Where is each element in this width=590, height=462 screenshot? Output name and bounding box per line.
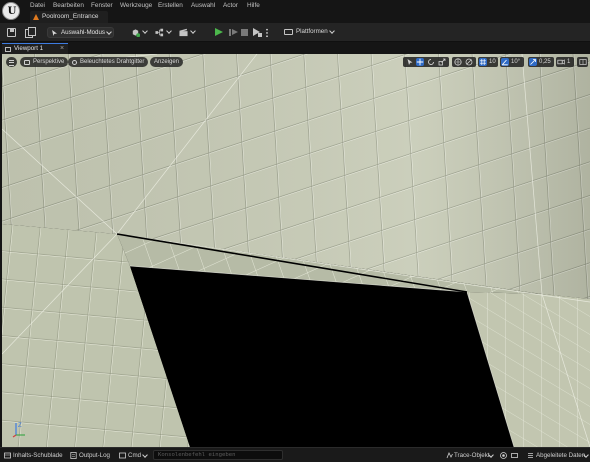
derived-data-button[interactable]: Abgeleitete Daten [536, 451, 585, 460]
world-space-icon[interactable] [454, 58, 462, 66]
eject-icon[interactable] [253, 28, 262, 37]
unreal-engine-logo-icon[interactable]: U [2, 2, 20, 20]
clapperboard-icon [179, 28, 188, 37]
rotation-snap-value: 10° [511, 59, 521, 65]
trace-object-dropdown[interactable]: Trace-Objekt [454, 451, 490, 460]
rotation-snap-toggle[interactable]: 10° [500, 57, 524, 67]
play-options-icon[interactable] [266, 28, 268, 38]
platform-icon [284, 29, 293, 35]
rotate-icon[interactable] [427, 58, 435, 66]
scale-snap-value: 0,25 [539, 59, 551, 65]
chevron-down-icon [166, 28, 172, 34]
viewport-icon [5, 47, 11, 52]
menu-item-bearbeiten[interactable]: Bearbeiten [53, 1, 84, 10]
viewport-layout-button[interactable] [577, 57, 588, 67]
menu-item-datei[interactable]: Datei [30, 1, 45, 10]
view-mode-icon [72, 59, 77, 65]
menu-item-auswahl[interactable]: Auswahl [191, 1, 215, 10]
main-toolbar: Auswahl-Modus Plattformen [0, 23, 590, 42]
stop-icon[interactable] [241, 29, 248, 36]
content-browser-icon[interactable] [25, 27, 36, 38]
video-camera-icon [557, 59, 565, 65]
chevron-down-icon [142, 28, 148, 34]
level-name: Poolroom_Entrance [42, 13, 99, 20]
menu-item-fenster[interactable]: Fenster [91, 1, 113, 10]
play-icon[interactable] [215, 28, 223, 36]
menu-bar: U Datei Bearbeiten Fenster Werkzeuge Ers… [0, 0, 590, 20]
view-mode-button[interactable]: Beleuchtetes Drahtgitter [68, 57, 149, 67]
console-input-wrapper [153, 450, 283, 460]
show-button[interactable]: Anzeigen [150, 57, 184, 67]
platforms-label: Plattformen [296, 28, 328, 35]
output-log-icon [70, 452, 77, 459]
level-tab[interactable]: Poolroom_Entrance [30, 11, 108, 23]
scale-icon[interactable] [438, 58, 446, 66]
perspective-button[interactable]: Perspektive [20, 57, 69, 67]
console-input[interactable] [154, 451, 282, 459]
layout-icon [578, 59, 587, 65]
source-control-icon[interactable] [511, 452, 518, 459]
scene-render [2, 54, 590, 447]
derived-data-icon [528, 453, 533, 458]
save-icon[interactable] [7, 28, 16, 37]
transform-tools [403, 57, 449, 67]
content-drawer-icon [4, 452, 11, 459]
cmd-dropdown[interactable]: Cmd [128, 451, 141, 460]
blueprint-icon [155, 28, 164, 37]
content-drawer-button[interactable]: Inhalts-Schublade [13, 451, 63, 460]
blueprint-button[interactable] [155, 28, 177, 38]
viewport-tab-label: Viewport 1 [14, 45, 44, 52]
tab-viewport-1[interactable]: Viewport 1 × [2, 43, 68, 54]
scale-snap-icon [529, 58, 537, 66]
platforms-dropdown[interactable]: Plattformen [284, 27, 336, 38]
camera-icon [24, 59, 30, 65]
scale-snap-toggle[interactable]: 0,25 [528, 57, 554, 67]
cursor-arrow-icon [52, 30, 57, 36]
record-icon[interactable] [500, 452, 507, 459]
camera-speed-button[interactable]: 1 [556, 57, 574, 67]
perspective-label: Perspektive [33, 59, 65, 65]
axis-gizmo: Z [12, 423, 25, 438]
view-mode-label: Beleuchtetes Drahtgitter [80, 59, 145, 65]
close-icon[interactable]: × [60, 44, 64, 53]
add-actor-button[interactable] [131, 28, 153, 38]
grid-snap-icon [479, 58, 487, 66]
level-icon [33, 14, 39, 20]
chevron-down-icon [329, 28, 335, 34]
selection-mode-label: Auswahl-Modus [61, 29, 106, 36]
chevron-down-icon [106, 29, 112, 35]
move-icon[interactable] [416, 58, 424, 66]
axis-z-label: Z [18, 423, 22, 429]
output-log-button[interactable]: Output-Log [79, 451, 110, 460]
menu-item-erstellen[interactable]: Erstellen [158, 1, 183, 10]
select-icon[interactable] [406, 58, 414, 66]
surface-snap-icon[interactable] [465, 58, 473, 66]
status-bar: Inhalts-Schublade Output-Log Cmd Trace-O… [0, 447, 590, 462]
angle-snap-icon [501, 58, 509, 66]
chevron-down-icon[interactable] [142, 452, 148, 458]
step-icon[interactable] [229, 28, 238, 37]
chevron-down-icon [190, 28, 196, 34]
viewport-tab-bar: Viewport 1 × [0, 42, 590, 54]
viewport-options-button[interactable] [6, 57, 17, 67]
menu-item-actor[interactable]: Actor [223, 1, 238, 10]
grid-snap-toggle[interactable]: 10 [478, 57, 498, 67]
trace-icon [446, 452, 453, 459]
menu-item-hilfe[interactable]: Hilfe [247, 1, 260, 10]
camera-speed-value: 1 [567, 59, 571, 65]
selection-mode-dropdown[interactable]: Auswahl-Modus [47, 27, 114, 38]
grid-snap-value: 10 [489, 59, 496, 65]
terminal-icon [119, 452, 126, 459]
show-label: Anzeigen [154, 59, 180, 65]
level-viewport[interactable]: Perspektive Beleuchtetes Drahtgitter Anz… [2, 54, 590, 447]
menu-item-werkzeuge[interactable]: Werkzeuge [120, 1, 152, 10]
coordinate-tools [452, 57, 476, 67]
cinematics-button[interactable] [179, 28, 201, 38]
add-actor-icon [132, 29, 140, 37]
